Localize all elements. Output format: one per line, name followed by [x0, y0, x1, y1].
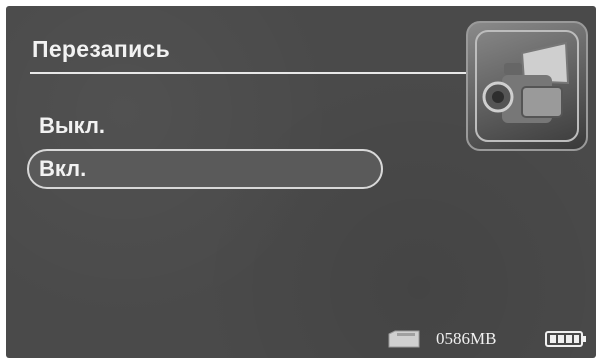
sd-card-icon	[388, 330, 420, 348]
battery-full-icon	[545, 331, 586, 347]
video-camera-icon	[466, 21, 588, 151]
title-divider	[30, 72, 466, 74]
menu-item-on[interactable]: Вкл.	[27, 149, 383, 189]
page-title: Перезапись	[32, 36, 171, 62]
status-bar: 0586MB	[6, 328, 596, 350]
camera-menu-screen: Перезапись Выкл. Вкл. 0586MB	[6, 6, 596, 358]
menu-item-off[interactable]: Выкл.	[27, 106, 383, 146]
menu-item-label: Вкл.	[39, 156, 87, 181]
menu-item-label: Выкл.	[39, 113, 106, 138]
storage-remaining: 0586MB	[436, 329, 497, 348]
